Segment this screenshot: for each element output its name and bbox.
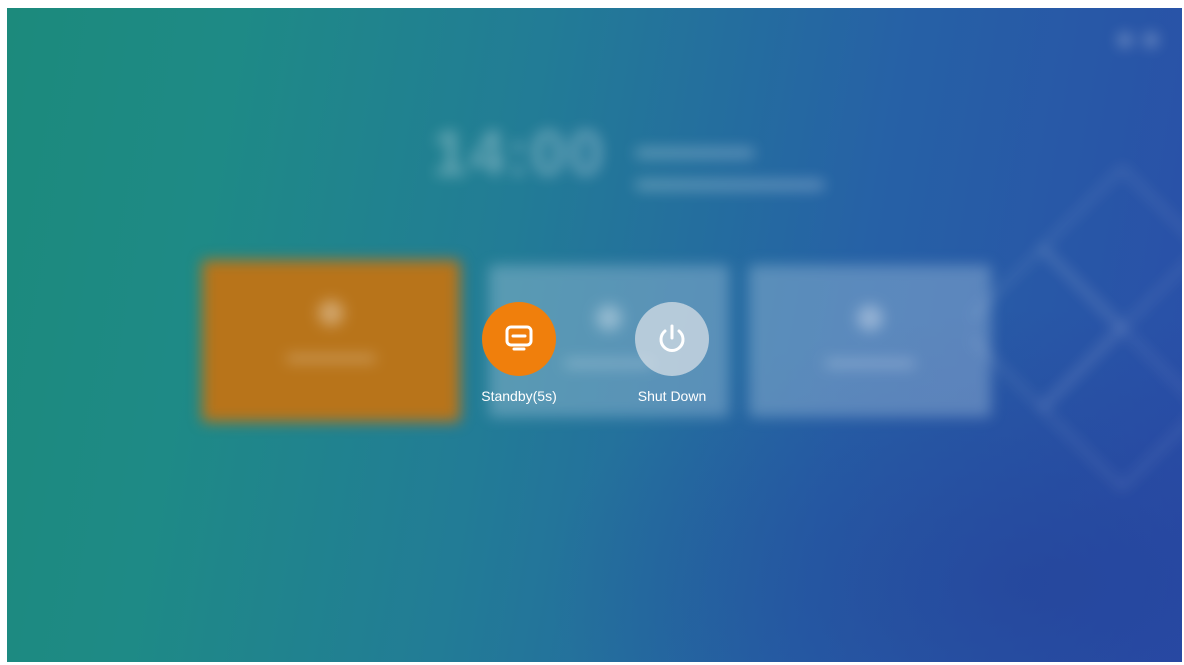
standby-circle[interactable] — [482, 302, 556, 376]
background-date-line — [635, 180, 825, 190]
status-indicators — [1106, 33, 1162, 47]
status-dot — [1144, 33, 1158, 47]
power-icon — [659, 324, 685, 352]
standby-label: Standby(5s) — [481, 388, 557, 404]
tv-standby-icon — [505, 325, 533, 351]
shut-down-label: Shut Down — [637, 388, 707, 404]
background-card-highlighted — [202, 260, 460, 422]
background-date-line — [635, 148, 755, 158]
background-clock: 14:00 — [432, 117, 606, 189]
background-card — [749, 265, 991, 417]
decorative-diamond-pattern — [972, 165, 1182, 491]
shut-down-button[interactable]: Shut Down — [617, 302, 727, 404]
status-dot — [1118, 33, 1132, 47]
screen: 14:00 Standby(5s) Shut Down — [7, 8, 1182, 662]
shut-down-circle[interactable] — [635, 302, 709, 376]
blurred-home-screen: 14:00 — [7, 8, 1182, 662]
standby-button[interactable]: Standby(5s) — [464, 302, 574, 404]
